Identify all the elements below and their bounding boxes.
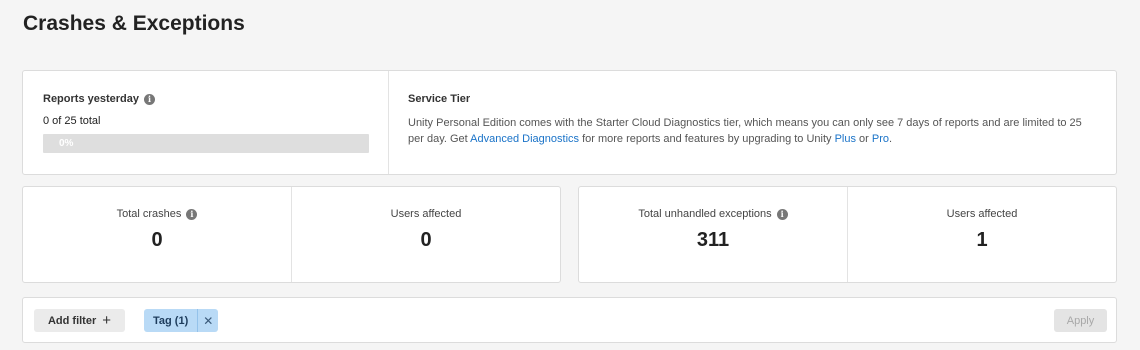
reports-label-row: Reports yesterday i: [43, 93, 368, 105]
total-exceptions-label: Total unhandled exceptions: [638, 208, 772, 220]
add-filter-label: Add filter: [47, 314, 97, 327]
reports-yesterday-label: Reports yesterday: [43, 93, 139, 105]
crash-users-affected-stat: Users affected 0: [291, 187, 560, 282]
service-desc-part3: or: [856, 133, 872, 145]
service-tier-panel: Service Tier Unity Personal Edition come…: [389, 71, 1116, 174]
page-title: Crashes & Exceptions: [23, 12, 245, 35]
total-exceptions-label-row: Total unhandled exceptions i: [638, 208, 788, 220]
service-tier-description: Unity Personal Edition comes with the St…: [408, 115, 1088, 147]
total-crashes-label-row: Total crashes i: [117, 208, 198, 220]
progress-text: 0%: [59, 138, 74, 149]
service-desc-part4: .: [889, 133, 893, 145]
close-icon[interactable]: ✕: [197, 309, 219, 332]
service-desc-part2: for more reports and features by upgradi…: [579, 133, 835, 145]
service-tier-title: Service Tier: [408, 93, 471, 105]
info-icon[interactable]: i: [144, 93, 155, 105]
info-icon[interactable]: i: [776, 208, 788, 220]
exception-users-affected-stat: Users affected 1: [847, 187, 1116, 282]
exceptions-stats-card: Total unhandled exceptions i 311 Users a…: [578, 186, 1117, 283]
apply-button[interactable]: Apply: [1054, 309, 1107, 332]
filter-bar: Add filter + Tag (1) ✕ Apply: [22, 297, 1117, 343]
exception-users-affected-label: Users affected: [946, 208, 1018, 220]
reports-progress-bar: 0%: [43, 134, 369, 153]
add-filter-button[interactable]: Add filter +: [34, 309, 125, 332]
crash-users-affected-value: 0: [420, 229, 432, 251]
summary-card: Reports yesterday i 0 of 25 total 0% Ser…: [22, 70, 1117, 175]
total-exceptions-value: 311: [696, 229, 730, 251]
tag-filter-label[interactable]: Tag (1): [144, 309, 198, 332]
crashes-stats-card: Total crashes i 0 Users affected 0: [22, 186, 561, 283]
crash-users-affected-label: Users affected: [390, 208, 462, 220]
plus-icon: +: [102, 312, 112, 329]
total-crashes-value: 0: [151, 229, 163, 251]
unity-plus-link[interactable]: Plus: [835, 133, 856, 145]
reports-count: 0 of 25 total: [43, 115, 101, 127]
reports-yesterday-panel: Reports yesterday i 0 of 25 total 0%: [23, 71, 389, 174]
tag-filter-chip[interactable]: Tag (1) ✕: [144, 309, 219, 332]
info-icon[interactable]: i: [186, 208, 198, 220]
exception-users-affected-value: 1: [976, 229, 988, 251]
total-exceptions-stat: Total unhandled exceptions i 311: [579, 187, 847, 282]
total-crashes-stat: Total crashes i 0: [23, 187, 291, 282]
advanced-diagnostics-link[interactable]: Advanced Diagnostics: [470, 133, 579, 145]
total-crashes-label: Total crashes: [116, 208, 182, 220]
crashes-page: Crashes & Exceptions Reports yesterday i…: [0, 0, 1140, 350]
unity-pro-link[interactable]: Pro: [872, 133, 889, 145]
